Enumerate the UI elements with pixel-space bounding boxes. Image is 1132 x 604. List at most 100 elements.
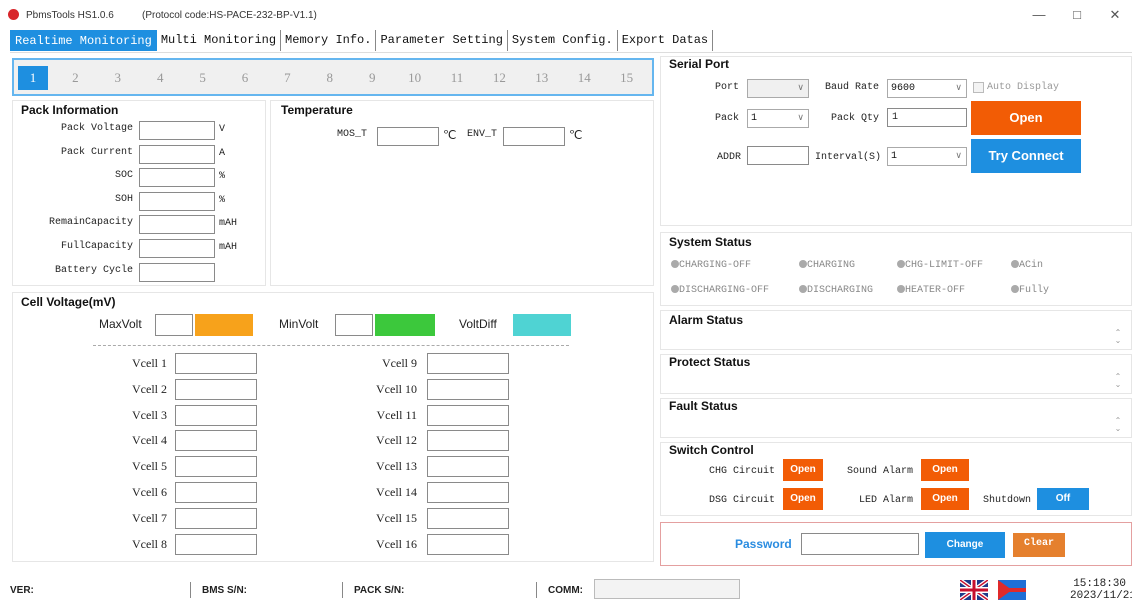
remaincapacity-field[interactable] bbox=[139, 215, 215, 235]
main-tabs: Realtime Monitoring Multi Monitoring Mem… bbox=[10, 30, 714, 52]
vcell-6-label: Vcell 6 bbox=[132, 485, 167, 499]
addr-field[interactable] bbox=[747, 146, 809, 165]
pack-button-11[interactable]: 11 bbox=[442, 66, 472, 90]
tab-multi-monitoring[interactable]: Multi Monitoring bbox=[157, 30, 282, 51]
pack-button-5[interactable]: 5 bbox=[188, 66, 218, 90]
pack-voltage-label: Pack Voltage bbox=[60, 123, 133, 134]
tab-parameter-setting[interactable]: Parameter Setting bbox=[376, 30, 508, 51]
vcell-9-field[interactable] bbox=[427, 353, 509, 374]
max-volt-field[interactable] bbox=[155, 314, 193, 336]
vcell-15-field[interactable] bbox=[427, 507, 509, 529]
vcell-5-label: Vcell 5 bbox=[132, 459, 167, 474]
serial-port-panel: Serial Port Port ∨ Baud Rate 9600 ∨ Auto … bbox=[660, 56, 1132, 226]
baud-rate-select[interactable]: 9600 ∨ bbox=[887, 79, 967, 98]
pack-qty-field[interactable]: 1 bbox=[887, 108, 967, 127]
vcell-11-field[interactable] bbox=[427, 404, 509, 426]
soc-unit: % bbox=[219, 171, 226, 183]
interval-select[interactable]: 1 ∨ bbox=[887, 147, 967, 166]
dsg-circuit-button[interactable]: Open bbox=[783, 488, 823, 510]
clear-password-button[interactable]: Clear bbox=[1013, 533, 1065, 557]
pack-button-8[interactable]: 8 bbox=[315, 66, 345, 90]
vcell-14-field[interactable] bbox=[427, 482, 509, 503]
remaincapacity-unit: mAH bbox=[219, 218, 238, 230]
pack-button-6[interactable]: 6 bbox=[230, 66, 260, 90]
fullcapacity-unit: mAH bbox=[219, 242, 238, 253]
status-dot-icon bbox=[897, 285, 905, 293]
fullcapacity-field[interactable] bbox=[139, 239, 215, 258]
vcell-3-label: Vcell 3 bbox=[132, 407, 167, 422]
pack-button-4[interactable]: 4 bbox=[145, 66, 175, 90]
title-bar: PbmsTools HS1.0.6 (Protocol code:HS-PACE… bbox=[0, 0, 1132, 30]
vcell-6-field[interactable] bbox=[175, 482, 257, 503]
minimize-button[interactable]: — bbox=[1024, 4, 1054, 26]
pack-select[interactable]: 1 ∨ bbox=[747, 109, 809, 128]
fault-status-title: Fault Status bbox=[669, 399, 738, 413]
password-field[interactable] bbox=[801, 533, 919, 555]
env-temp-unit: ℃ bbox=[569, 129, 583, 143]
volt-diff-color-swatch bbox=[513, 314, 571, 336]
pack-button-13[interactable]: 13 bbox=[527, 66, 557, 90]
protocol-code: (Protocol code:HS-PACE-232-BP-V1.1) bbox=[142, 10, 317, 21]
pack-selector: 1 2 3 4 5 6 7 8 9 10 11 12 13 14 15 bbox=[12, 58, 654, 96]
shutdown-button[interactable]: Off bbox=[1037, 488, 1089, 510]
alarm-scroll-arrows-icon[interactable]: ⌃ ⌄ bbox=[1113, 329, 1123, 345]
pack-button-9[interactable]: 9 bbox=[357, 66, 387, 90]
vcell-8-field[interactable] bbox=[175, 533, 257, 555]
fault-scroll-arrows-icon[interactable]: ⌃ ⌄ bbox=[1113, 417, 1123, 433]
tab-realtime-monitoring[interactable]: Realtime Monitoring bbox=[10, 30, 157, 51]
vcell-3-field[interactable] bbox=[175, 404, 257, 426]
english-flag-icon[interactable] bbox=[958, 578, 990, 604]
soh-field[interactable] bbox=[139, 191, 215, 211]
pack-button-2[interactable]: 2 bbox=[60, 66, 90, 90]
pack-current-field[interactable] bbox=[139, 144, 215, 164]
tab-export-datas[interactable]: Export Datas bbox=[618, 30, 714, 51]
vcell-1-field[interactable] bbox=[175, 353, 257, 374]
env-temp-field[interactable] bbox=[503, 127, 565, 146]
mos-temp-field[interactable] bbox=[377, 127, 439, 146]
port-select[interactable]: ∨ bbox=[747, 79, 809, 98]
vcell-12-field[interactable] bbox=[427, 430, 509, 452]
maximize-button[interactable]: □ bbox=[1062, 4, 1092, 26]
cell-voltage-panel: Cell Voltage(mV) MaxVolt MinVolt VoltDif… bbox=[12, 292, 654, 562]
vcell-5-field[interactable] bbox=[175, 456, 257, 478]
mos-temp-label: MOS_T bbox=[337, 129, 368, 140]
vcell-1-label: Vcell 1 bbox=[132, 356, 167, 370]
vcell-9-label: Vcell 9 bbox=[382, 356, 417, 370]
pack-voltage-field[interactable] bbox=[139, 121, 215, 140]
min-volt-field[interactable] bbox=[335, 314, 373, 336]
vcell-2-label: Vcell 2 bbox=[132, 381, 167, 396]
try-connect-button[interactable]: Try Connect bbox=[971, 139, 1081, 173]
pack-current-label: Pack Current bbox=[60, 146, 133, 158]
pack-button-12[interactable]: 12 bbox=[484, 66, 514, 90]
pack-qty-label: Pack Qty bbox=[831, 113, 880, 124]
language-flag-icon[interactable] bbox=[998, 580, 1026, 604]
sound-alarm-button[interactable]: Open bbox=[921, 459, 969, 481]
pack-button-3[interactable]: 3 bbox=[103, 66, 133, 90]
auto-display-checkbox[interactable] bbox=[973, 82, 984, 93]
led-alarm-button[interactable]: Open bbox=[921, 488, 969, 510]
tab-memory-info[interactable]: Memory Info. bbox=[281, 30, 377, 51]
vcell-2-field[interactable] bbox=[175, 378, 257, 400]
close-button[interactable]: ✕ bbox=[1100, 4, 1130, 26]
change-password-button[interactable]: Change bbox=[925, 532, 1005, 558]
vcell-13-field[interactable] bbox=[427, 456, 509, 478]
pack-button-15[interactable]: 15 bbox=[612, 66, 642, 90]
pack-button-7[interactable]: 7 bbox=[272, 66, 302, 90]
pack-button-14[interactable]: 14 bbox=[569, 66, 599, 90]
soc-field[interactable] bbox=[139, 168, 215, 188]
battery-cycle-field[interactable] bbox=[139, 262, 215, 282]
mos-temp-unit: ℃ bbox=[443, 129, 457, 143]
vcell-16-label: Vcell 16 bbox=[376, 536, 417, 551]
pack-button-10[interactable]: 10 bbox=[400, 66, 430, 90]
chg-circuit-button[interactable]: Open bbox=[783, 459, 823, 481]
vcell-7-field[interactable] bbox=[175, 507, 257, 529]
open-button[interactable]: Open bbox=[971, 101, 1081, 135]
tab-system-config[interactable]: System Config. bbox=[508, 30, 618, 51]
pack-button-1[interactable]: 1 bbox=[18, 66, 48, 90]
chevron-down-icon: ∨ bbox=[955, 151, 962, 161]
vcell-10-field[interactable] bbox=[427, 378, 509, 400]
protect-scroll-arrows-icon[interactable]: ⌃ ⌄ bbox=[1113, 373, 1123, 389]
vcell-16-field[interactable] bbox=[427, 533, 509, 555]
vcell-4-field[interactable] bbox=[175, 430, 257, 452]
switch-control-title: Switch Control bbox=[669, 443, 754, 457]
